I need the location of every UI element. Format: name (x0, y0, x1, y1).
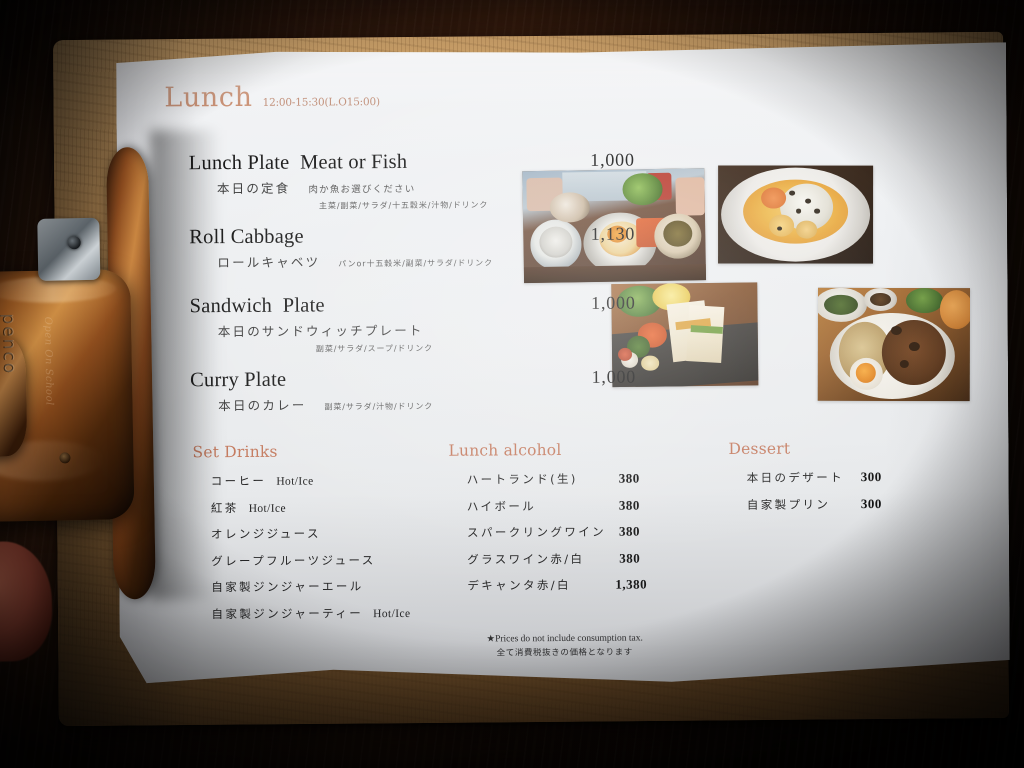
table-vignette (0, 0, 1024, 768)
photo-of-menu-on-clipboard: Lunch 12:00-15:30(L.O15:00) (0, 0, 1024, 768)
